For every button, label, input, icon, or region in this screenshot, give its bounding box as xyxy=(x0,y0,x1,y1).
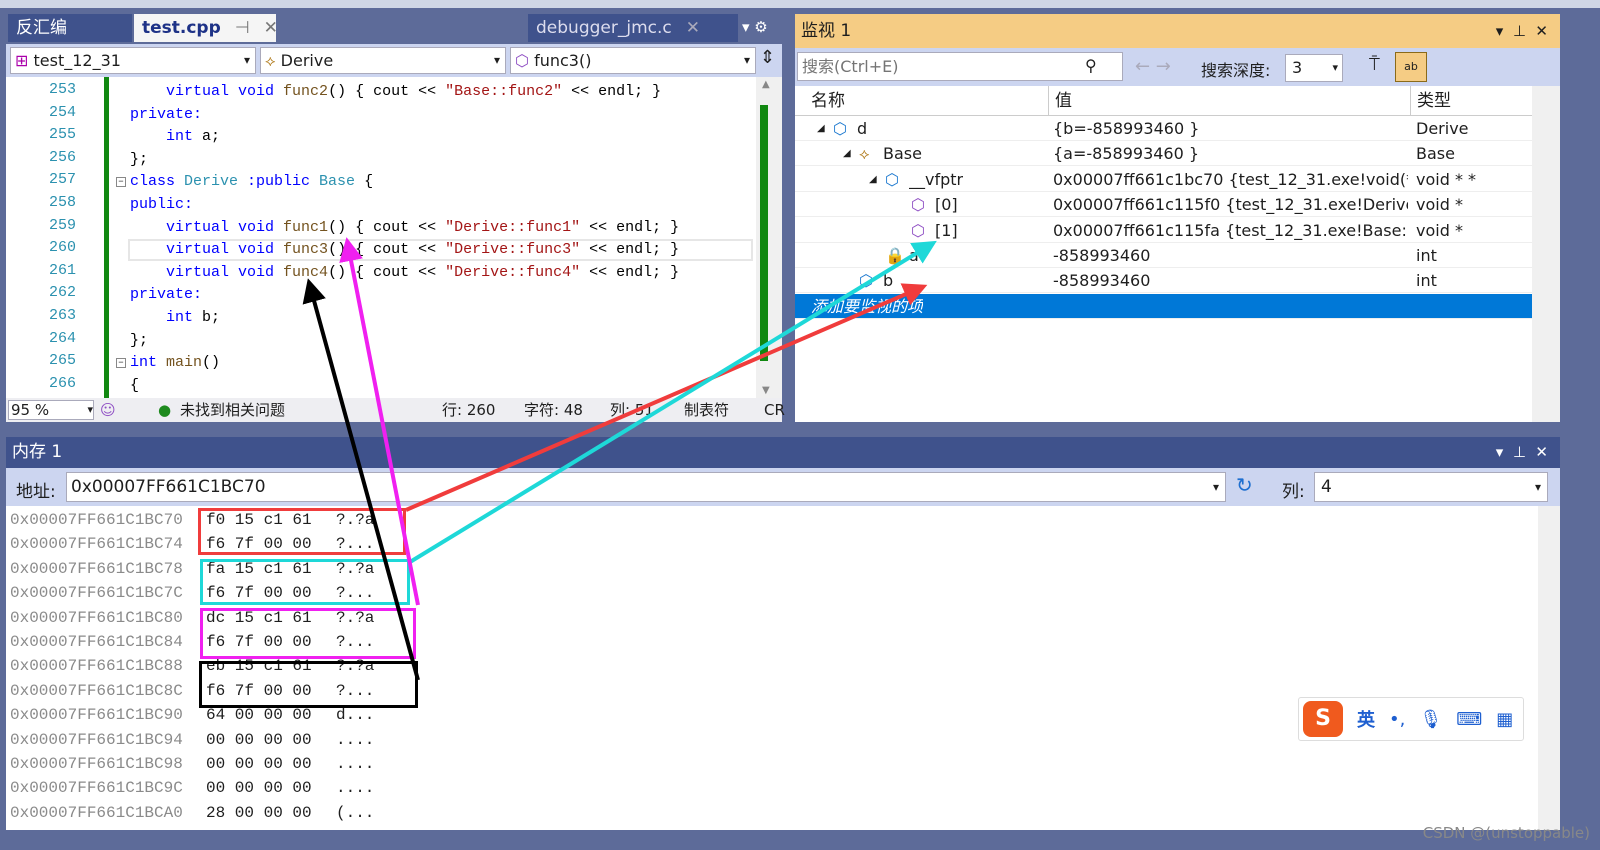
arrow-black xyxy=(302,278,420,681)
ime-punctuation[interactable]: •, xyxy=(1389,709,1405,730)
ime-language[interactable]: 英 xyxy=(1357,706,1375,732)
arrow-red xyxy=(405,283,928,512)
microphone-icon[interactable]: 🎙 xyxy=(1419,709,1442,730)
keyboard-icon[interactable]: ⌨ xyxy=(1456,709,1482,730)
ime-toolbar[interactable]: S 英 •, 🎙 ⌨ ▦ xyxy=(1298,697,1524,741)
watermark: CSDN @(unstoppable) xyxy=(1422,824,1590,842)
toolbox-icon[interactable]: ▦ xyxy=(1496,709,1513,730)
arrow-cyan xyxy=(408,240,937,564)
sogou-logo-icon: S xyxy=(1303,701,1343,737)
